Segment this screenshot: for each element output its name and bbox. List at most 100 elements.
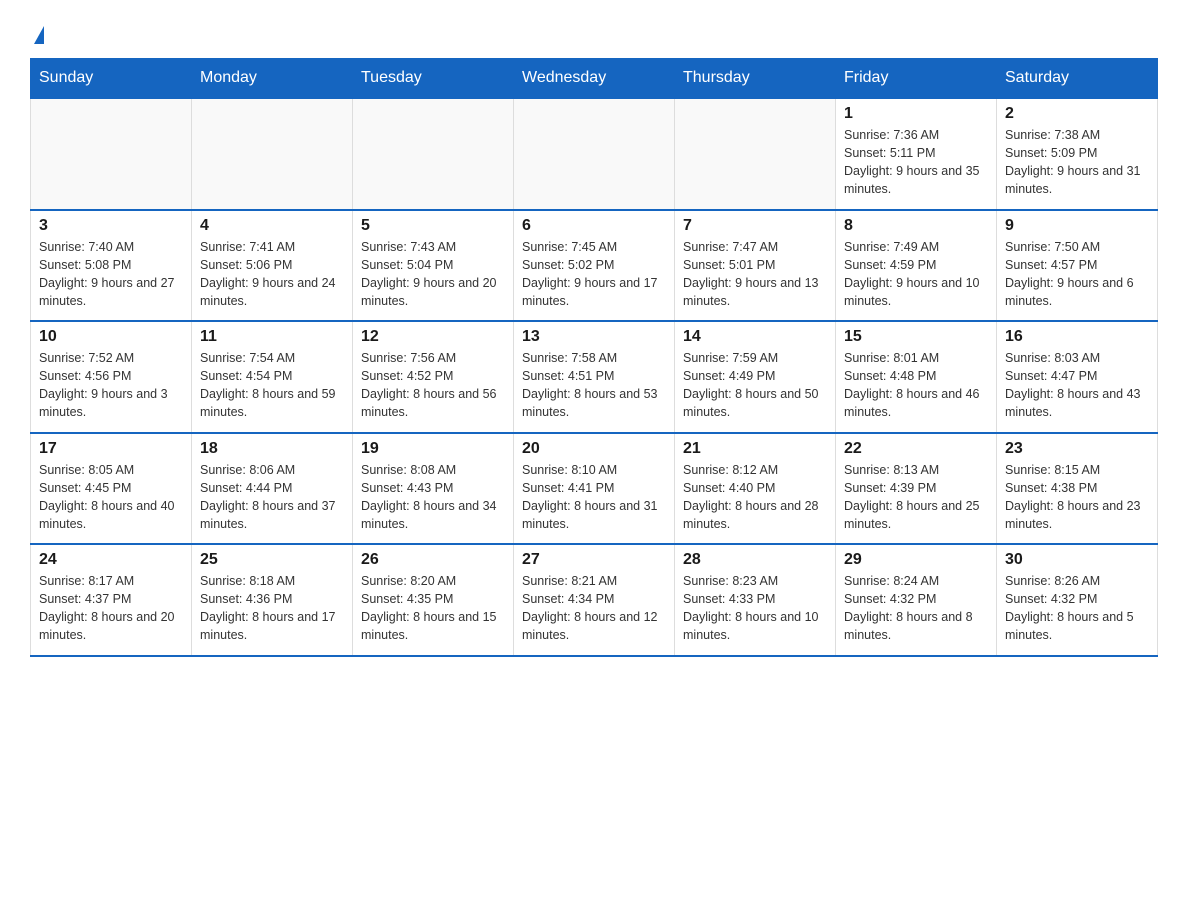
calendar-cell: 27 Sunrise: 8:21 AM Sunset: 4:34 PM Dayli… bbox=[514, 544, 675, 656]
weekday-header-saturday: Saturday bbox=[997, 59, 1158, 99]
weekday-header-thursday: Thursday bbox=[675, 59, 836, 99]
day-info: Sunrise: 8:17 AM Sunset: 4:37 PM Dayligh… bbox=[39, 572, 183, 645]
day-info: Sunrise: 8:20 AM Sunset: 4:35 PM Dayligh… bbox=[361, 572, 505, 645]
day-number: 6 bbox=[522, 217, 666, 235]
calendar-cell: 19Sunrise: 8:08 AM Sunset: 4:43 PM Dayli… bbox=[353, 433, 514, 545]
calendar-cell bbox=[353, 98, 514, 210]
day-info: Sunrise: 7:56 AM Sunset: 4:52 PM Dayligh… bbox=[361, 349, 505, 422]
header bbox=[30, 20, 1158, 48]
calendar-cell bbox=[31, 98, 192, 210]
day-number: 20 bbox=[522, 440, 666, 458]
day-number: 8 bbox=[844, 217, 988, 235]
day-info: Sunrise: 7:47 AM Sunset: 5:01 PM Dayligh… bbox=[683, 238, 827, 311]
calendar-cell: 3 Sunrise: 7:40 AM Sunset: 5:08 PM Daylig… bbox=[31, 210, 192, 322]
day-info: Sunrise: 8:08 AM Sunset: 4:43 PM Dayligh… bbox=[361, 461, 505, 534]
calendar-cell: 25 Sunrise: 8:18 AM Sunset: 4:36 PM Dayli… bbox=[192, 544, 353, 656]
calendar-cell: 24 Sunrise: 8:17 AM Sunset: 4:37 PM Dayli… bbox=[31, 544, 192, 656]
day-info: Sunrise: 8:18 AM Sunset: 4:36 PM Dayligh… bbox=[200, 572, 344, 645]
day-number: 11 bbox=[200, 328, 344, 346]
calendar-cell: 11 Sunrise: 7:54 AM Sunset: 4:54 PM Dayli… bbox=[192, 321, 353, 433]
calendar-cell bbox=[675, 98, 836, 210]
calendar-cell: 1 Sunrise: 7:36 AM Sunset: 5:11 PM Daylig… bbox=[836, 98, 997, 210]
calendar-cell: 23 Sunrise: 8:15 AM Sunset: 4:38 PM Dayli… bbox=[997, 433, 1158, 545]
day-info: Sunrise: 7:58 AM Sunset: 4:51 PM Dayligh… bbox=[522, 349, 666, 422]
day-number: 7 bbox=[683, 217, 827, 235]
calendar-cell: 13 Sunrise: 7:58 AM Sunset: 4:51 PM Dayli… bbox=[514, 321, 675, 433]
day-info: Sunrise: 7:36 AM Sunset: 5:11 PM Dayligh… bbox=[844, 126, 988, 199]
day-info: Sunrise: 8:15 AM Sunset: 4:38 PM Dayligh… bbox=[1005, 461, 1149, 534]
calendar-cell: 16 Sunrise: 8:03 AM Sunset: 4:47 PM Dayli… bbox=[997, 321, 1158, 433]
day-number: 12 bbox=[361, 328, 505, 346]
day-info: Sunrise: 7:50 AM Sunset: 4:57 PM Dayligh… bbox=[1005, 238, 1149, 311]
calendar-cell: 20 Sunrise: 8:10 AM Sunset: 4:41 PM Dayli… bbox=[514, 433, 675, 545]
weekday-header-friday: Friday bbox=[836, 59, 997, 99]
calendar-week-row: 17Sunrise: 8:05 AM Sunset: 4:45 PM Dayli… bbox=[31, 433, 1158, 545]
calendar-cell: 29 Sunrise: 8:24 AM Sunset: 4:32 PM Dayli… bbox=[836, 544, 997, 656]
calendar-cell: 18Sunrise: 8:06 AM Sunset: 4:44 PM Dayli… bbox=[192, 433, 353, 545]
calendar-cell: 6 Sunrise: 7:45 AM Sunset: 5:02 PM Daylig… bbox=[514, 210, 675, 322]
day-info: Sunrise: 8:12 AM Sunset: 4:40 PM Dayligh… bbox=[683, 461, 827, 534]
day-info: Sunrise: 8:24 AM Sunset: 4:32 PM Dayligh… bbox=[844, 572, 988, 645]
day-number: 5 bbox=[361, 217, 505, 235]
day-number: 29 bbox=[844, 551, 988, 569]
calendar-cell: 9 Sunrise: 7:50 AM Sunset: 4:57 PM Daylig… bbox=[997, 210, 1158, 322]
day-number: 28 bbox=[683, 551, 827, 569]
calendar-cell: 17Sunrise: 8:05 AM Sunset: 4:45 PM Dayli… bbox=[31, 433, 192, 545]
day-info: Sunrise: 8:03 AM Sunset: 4:47 PM Dayligh… bbox=[1005, 349, 1149, 422]
day-info: Sunrise: 7:52 AM Sunset: 4:56 PM Dayligh… bbox=[39, 349, 183, 422]
calendar-cell: 7 Sunrise: 7:47 AM Sunset: 5:01 PM Daylig… bbox=[675, 210, 836, 322]
day-number: 25 bbox=[200, 551, 344, 569]
calendar-cell: 5 Sunrise: 7:43 AM Sunset: 5:04 PM Daylig… bbox=[353, 210, 514, 322]
calendar-cell: 2Sunrise: 7:38 AM Sunset: 5:09 PM Daylig… bbox=[997, 98, 1158, 210]
day-info: Sunrise: 8:05 AM Sunset: 4:45 PM Dayligh… bbox=[39, 461, 183, 534]
calendar-cell: 15 Sunrise: 8:01 AM Sunset: 4:48 PM Dayli… bbox=[836, 321, 997, 433]
day-info: Sunrise: 8:10 AM Sunset: 4:41 PM Dayligh… bbox=[522, 461, 666, 534]
day-info: Sunrise: 8:23 AM Sunset: 4:33 PM Dayligh… bbox=[683, 572, 827, 645]
day-number: 1 bbox=[844, 105, 988, 123]
calendar-header-row: SundayMondayTuesdayWednesdayThursdayFrid… bbox=[31, 59, 1158, 99]
calendar-cell: 10 Sunrise: 7:52 AM Sunset: 4:56 PM Dayli… bbox=[31, 321, 192, 433]
day-info: Sunrise: 8:21 AM Sunset: 4:34 PM Dayligh… bbox=[522, 572, 666, 645]
day-info: Sunrise: 7:43 AM Sunset: 5:04 PM Dayligh… bbox=[361, 238, 505, 311]
day-number: 21 bbox=[683, 440, 827, 458]
calendar-week-row: 1 Sunrise: 7:36 AM Sunset: 5:11 PM Daylig… bbox=[31, 98, 1158, 210]
day-number: 27 bbox=[522, 551, 666, 569]
day-number: 14 bbox=[683, 328, 827, 346]
day-number: 9 bbox=[1005, 217, 1149, 235]
logo-arrow-icon bbox=[34, 26, 44, 44]
day-info: Sunrise: 7:54 AM Sunset: 4:54 PM Dayligh… bbox=[200, 349, 344, 422]
day-info: Sunrise: 7:45 AM Sunset: 5:02 PM Dayligh… bbox=[522, 238, 666, 311]
day-info: Sunrise: 7:49 AM Sunset: 4:59 PM Dayligh… bbox=[844, 238, 988, 311]
weekday-header-sunday: Sunday bbox=[31, 59, 192, 99]
day-number: 13 bbox=[522, 328, 666, 346]
calendar-cell: 26 Sunrise: 8:20 AM Sunset: 4:35 PM Dayli… bbox=[353, 544, 514, 656]
day-number: 10 bbox=[39, 328, 183, 346]
day-number: 18 bbox=[200, 440, 344, 458]
day-number: 4 bbox=[200, 217, 344, 235]
day-info: Sunrise: 8:01 AM Sunset: 4:48 PM Dayligh… bbox=[844, 349, 988, 422]
day-number: 15 bbox=[844, 328, 988, 346]
day-number: 2 bbox=[1005, 105, 1149, 123]
day-info: Sunrise: 7:41 AM Sunset: 5:06 PM Dayligh… bbox=[200, 238, 344, 311]
calendar-cell: 30 Sunrise: 8:26 AM Sunset: 4:32 PM Dayli… bbox=[997, 544, 1158, 656]
day-info: Sunrise: 7:59 AM Sunset: 4:49 PM Dayligh… bbox=[683, 349, 827, 422]
calendar-cell bbox=[514, 98, 675, 210]
calendar-week-row: 24 Sunrise: 8:17 AM Sunset: 4:37 PM Dayli… bbox=[31, 544, 1158, 656]
day-number: 23 bbox=[1005, 440, 1149, 458]
day-info: Sunrise: 8:13 AM Sunset: 4:39 PM Dayligh… bbox=[844, 461, 988, 534]
day-number: 24 bbox=[39, 551, 183, 569]
calendar-cell: 12 Sunrise: 7:56 AM Sunset: 4:52 PM Dayli… bbox=[353, 321, 514, 433]
calendar-cell: 28 Sunrise: 8:23 AM Sunset: 4:33 PM Dayli… bbox=[675, 544, 836, 656]
weekday-header-tuesday: Tuesday bbox=[353, 59, 514, 99]
day-info: Sunrise: 8:26 AM Sunset: 4:32 PM Dayligh… bbox=[1005, 572, 1149, 645]
calendar-cell bbox=[192, 98, 353, 210]
day-number: 30 bbox=[1005, 551, 1149, 569]
calendar-cell: 14 Sunrise: 7:59 AM Sunset: 4:49 PM Dayli… bbox=[675, 321, 836, 433]
calendar-cell: 8 Sunrise: 7:49 AM Sunset: 4:59 PM Daylig… bbox=[836, 210, 997, 322]
day-number: 26 bbox=[361, 551, 505, 569]
day-number: 16 bbox=[1005, 328, 1149, 346]
day-info: Sunrise: 7:40 AM Sunset: 5:08 PM Dayligh… bbox=[39, 238, 183, 311]
day-number: 3 bbox=[39, 217, 183, 235]
calendar-week-row: 10 Sunrise: 7:52 AM Sunset: 4:56 PM Dayli… bbox=[31, 321, 1158, 433]
calendar-cell: 21 Sunrise: 8:12 AM Sunset: 4:40 PM Dayli… bbox=[675, 433, 836, 545]
